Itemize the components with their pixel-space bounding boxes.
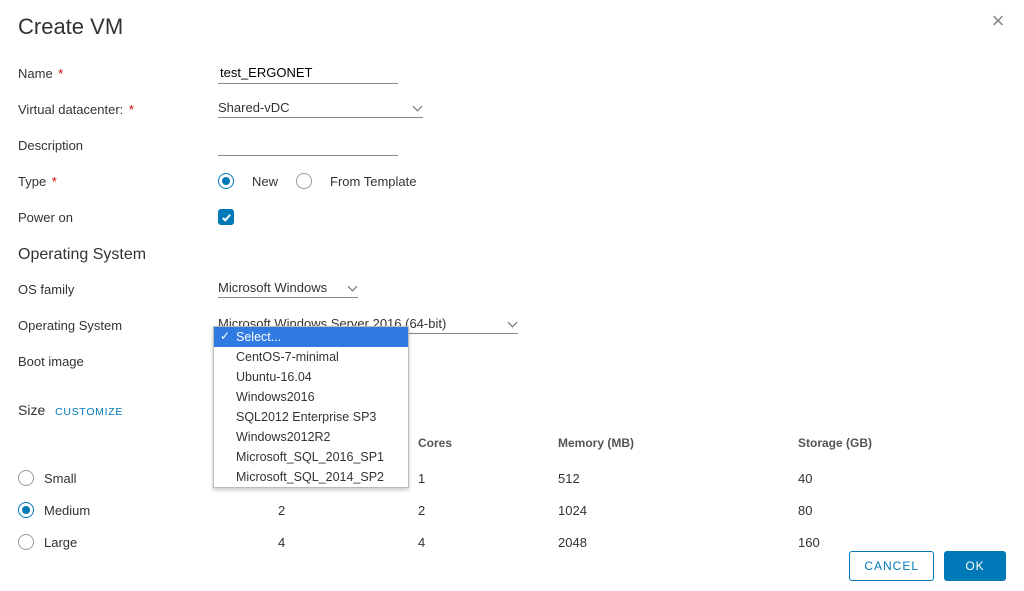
size-table: Cores Memory (MB) Storage (GB) Small 1 1… (18, 432, 1006, 558)
description-input[interactable] (218, 134, 398, 156)
type-label-template: From Template (330, 174, 416, 189)
dialog-footer: CANCEL OK (849, 551, 1006, 581)
poweron-checkbox[interactable] (218, 209, 234, 225)
label-vdc: Virtual datacenter: * (18, 102, 218, 117)
size-radio-large[interactable] (18, 534, 34, 550)
row-osfamily: OS family Microsoft Windows (18, 278, 1006, 300)
chevron-down-icon (413, 103, 423, 113)
chevron-down-icon (508, 319, 518, 329)
bootimage-option[interactable]: Microsoft_SQL_2014_SP2 (214, 467, 408, 487)
row-vdc: Virtual datacenter: * Shared-vDC (18, 98, 1006, 120)
size-customize-link[interactable]: CUSTOMIZE (55, 406, 123, 418)
row-poweron: Power on (18, 206, 1006, 228)
label-osfamily: OS family (18, 282, 218, 297)
bootimage-option[interactable]: SQL2012 Enterprise SP3 (214, 407, 408, 427)
size-label-medium: Medium (44, 503, 90, 518)
row-type: Type * New From Template (18, 170, 1006, 192)
label-os: Operating System (18, 318, 218, 333)
cancel-button[interactable]: CANCEL (849, 551, 934, 581)
label-type: Type * (18, 174, 218, 189)
section-size: Size CUSTOMIZE (18, 402, 1006, 418)
vdc-select[interactable]: Shared-vDC (218, 100, 423, 118)
th-storage: Storage (GB) (798, 432, 1006, 462)
label-poweron: Power on (18, 210, 218, 225)
th-memory: Memory (MB) (558, 432, 798, 462)
bootimage-option[interactable]: Microsoft_SQL_2016_SP1 (214, 447, 408, 467)
th-cores: Cores (418, 432, 558, 462)
type-label-new: New (252, 174, 278, 189)
bootimage-option[interactable]: Ubuntu-16.04 (214, 367, 408, 387)
size-row-small: Small 1 1 512 40 (18, 462, 1006, 494)
row-os: Operating System Microsoft Windows Serve… (18, 314, 1006, 336)
label-bootimage: Boot image (18, 354, 218, 369)
bootimage-dropdown[interactable]: Select... CentOS-7-minimal Ubuntu-16.04 … (213, 326, 409, 488)
bootimage-option[interactable]: Windows2012R2 (214, 427, 408, 447)
bootimage-option-select[interactable]: Select... (214, 327, 408, 347)
name-input[interactable] (218, 62, 398, 84)
type-radio-new[interactable] (218, 173, 234, 189)
size-label-small: Small (44, 471, 77, 486)
ok-button[interactable]: OK (944, 551, 1006, 581)
close-icon[interactable]: × (988, 12, 1008, 32)
size-radio-small[interactable] (18, 470, 34, 486)
row-bootimage: Boot image (18, 350, 1006, 372)
bootimage-option[interactable]: CentOS-7-minimal (214, 347, 408, 367)
type-radio-template[interactable] (296, 173, 312, 189)
label-description: Description (18, 138, 218, 153)
osfamily-select[interactable]: Microsoft Windows (218, 280, 358, 298)
row-description: Description (18, 134, 1006, 156)
dialog-title: Create VM (18, 14, 1006, 40)
osfamily-selected-label: Microsoft Windows (218, 280, 327, 295)
size-row-medium: Medium 2 2 1024 80 (18, 494, 1006, 526)
label-name: Name * (18, 66, 218, 81)
size-radio-medium[interactable] (18, 502, 34, 518)
bootimage-option[interactable]: Windows2016 (214, 387, 408, 407)
size-label-large: Large (44, 535, 77, 550)
chevron-down-icon (348, 283, 358, 293)
row-name: Name * (18, 62, 1006, 84)
vdc-selected-label: Shared-vDC (218, 100, 290, 115)
section-os: Operating System (18, 246, 1006, 264)
